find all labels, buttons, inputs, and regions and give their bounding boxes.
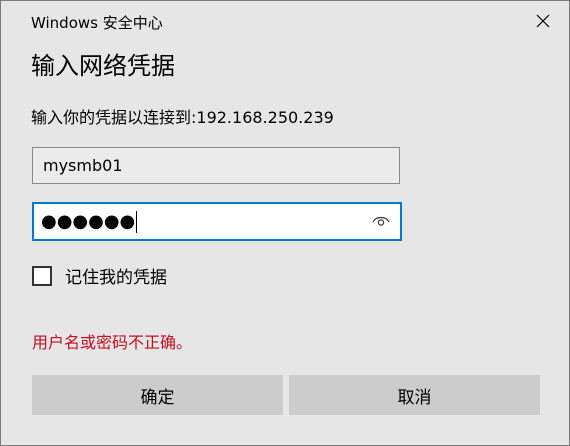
ok-button[interactable]: 确定 bbox=[32, 375, 283, 415]
remember-credentials-option[interactable]: 记住我的凭据 bbox=[32, 263, 167, 288]
error-message: 用户名或密码不正确。 bbox=[32, 333, 193, 352]
password-masked-value: ●●●●●● bbox=[41, 210, 136, 232]
remember-checkbox[interactable] bbox=[32, 265, 52, 286]
username-field[interactable]: mysmb01 bbox=[32, 147, 400, 184]
window-title: Windows 安全中心 bbox=[31, 14, 163, 32]
eye-icon[interactable] bbox=[372, 214, 390, 228]
remember-label: 记住我的凭据 bbox=[65, 268, 167, 288]
close-button[interactable] bbox=[525, 5, 561, 37]
cancel-button[interactable]: 取消 bbox=[289, 375, 540, 415]
text-caret bbox=[136, 210, 138, 233]
connection-prompt: 输入你的凭据以连接到:192.168.250.239 bbox=[31, 108, 334, 127]
password-field[interactable]: ●●●●●● bbox=[32, 202, 402, 241]
close-icon bbox=[536, 14, 550, 28]
credential-dialog: Windows 安全中心 输入网络凭据 输入你的凭据以连接到:192.168.2… bbox=[0, 0, 570, 446]
username-value: mysmb01 bbox=[43, 156, 123, 175]
dialog-heading: 输入网络凭据 bbox=[31, 52, 175, 80]
